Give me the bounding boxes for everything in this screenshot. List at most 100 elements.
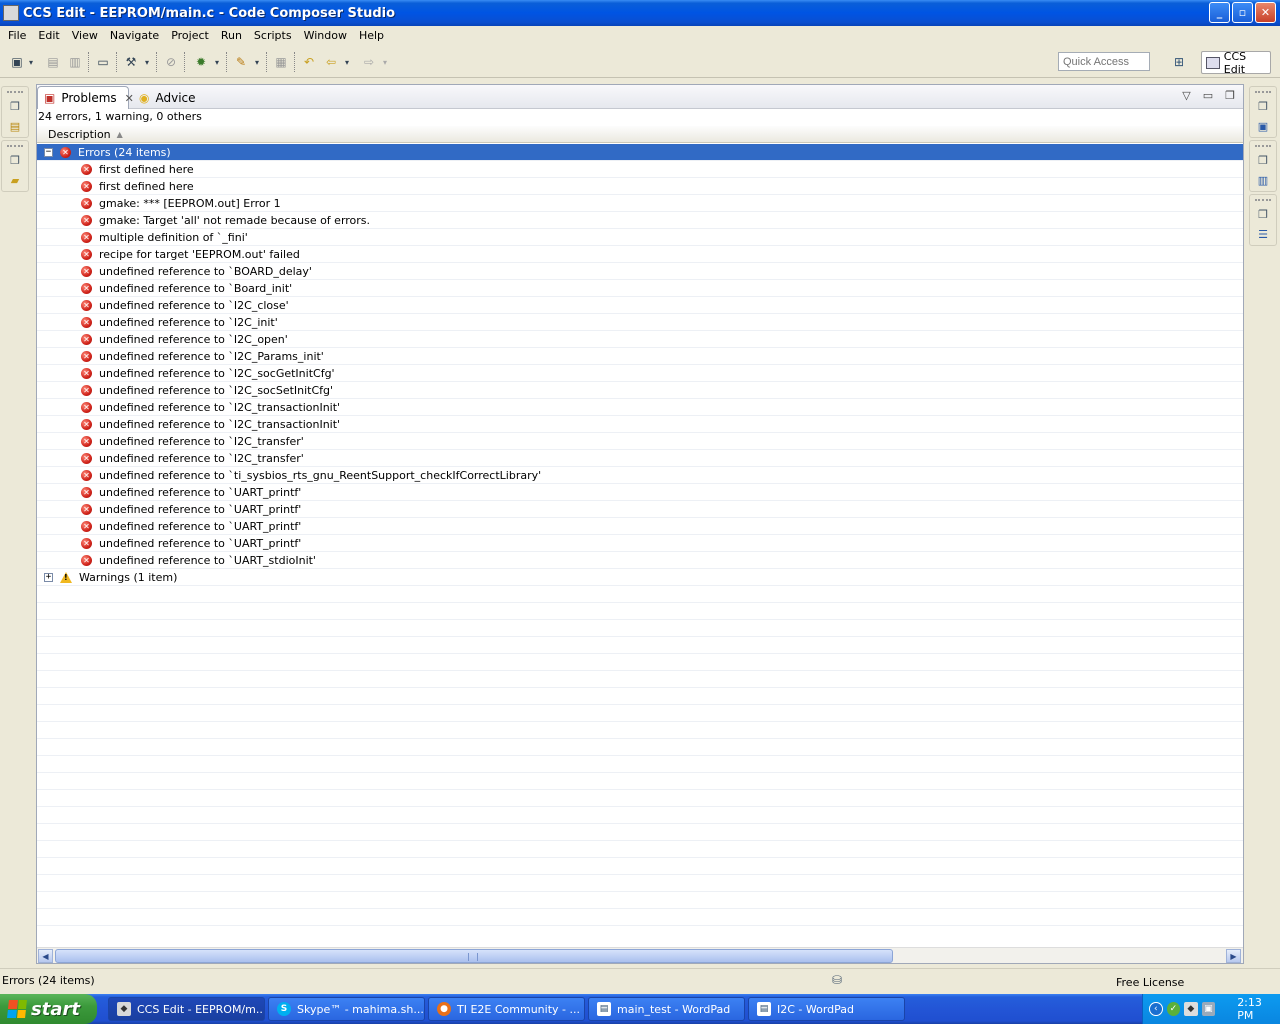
restore-icon[interactable]: ❐ — [7, 153, 23, 167]
menu-help[interactable]: Help — [353, 29, 390, 42]
tab-advice[interactable]: ◉ Advice — [133, 86, 213, 109]
horizontal-scrollbar[interactable]: ◀ ▶ — [37, 947, 1243, 963]
error-row[interactable]: ✕ undefined reference to `I2C_socGetInitC… — [37, 365, 1243, 382]
scroll-left-icon[interactable]: ◀ — [38, 949, 53, 963]
back-arrow-icon[interactable]: ⇦ — [322, 54, 340, 70]
error-row[interactable]: ✕ undefined reference to `UART_printf' — [37, 518, 1243, 535]
restore-icon[interactable]: ❐ — [1255, 153, 1271, 167]
skip-breakpoints-icon[interactable]: ⊘ — [162, 54, 180, 70]
error-row[interactable]: ✕ undefined reference to `ti_sysbios_rts_… — [37, 467, 1243, 484]
error-row[interactable]: ✕ undefined reference to `I2C_open' — [37, 331, 1243, 348]
errors-group-row[interactable]: − ✕ Errors (24 items) — [37, 144, 1243, 161]
expand-icon[interactable]: + — [44, 572, 53, 582]
debug-bug-icon[interactable]: ✹ — [192, 54, 210, 70]
warnings-group-row[interactable]: + Warnings (1 item) — [37, 569, 1243, 586]
taskbar-item-firefox[interactable]: ● TI E2E Community - ... — [428, 997, 585, 1021]
error-icon: ✕ — [81, 435, 92, 447]
ccs-app-icon[interactable] — [3, 5, 19, 21]
taskbar-item-ccs[interactable]: ◆ CCS Edit - EEPROM/m... — [108, 997, 265, 1021]
close-button[interactable]: ✕ — [1255, 2, 1276, 23]
error-row[interactable]: ✕ undefined reference to `UART_printf' — [37, 484, 1243, 501]
menu-project[interactable]: Project — [165, 29, 215, 42]
error-row[interactable]: ✕ undefined reference to `I2C_close' — [37, 297, 1243, 314]
taskbar-item-skype[interactable]: S Skype™ - mahima.sh... — [268, 997, 425, 1021]
error-row[interactable]: ✕ gmake: *** [EEPROM.out] Error 1 — [37, 195, 1243, 212]
error-row[interactable]: ✕ recipe for target 'EEPROM.out' failed — [37, 246, 1243, 263]
maximize-button[interactable]: ▫ — [1232, 2, 1253, 23]
collapse-icon[interactable]: − — [44, 147, 53, 157]
show-hidden-icons-icon[interactable]: ‹ — [1149, 1002, 1163, 1016]
error-row[interactable]: ✕ undefined reference to `BOARD_delay' — [37, 263, 1243, 280]
last-edit-icon[interactable]: ↶ — [300, 54, 318, 70]
ccs-edit-perspective-button[interactable]: CCS Edit — [1201, 50, 1271, 76]
error-row[interactable]: ✕ undefined reference to `I2C_Params_init… — [37, 348, 1243, 365]
restore-icon[interactable]: ❐ — [1255, 99, 1271, 113]
outline-panel-icon[interactable]: ▥ — [1255, 173, 1271, 187]
drag-handle[interactable] — [7, 145, 23, 147]
save-icon[interactable]: ▤ — [44, 54, 62, 70]
maximize-view-icon[interactable]: ❐ — [1225, 89, 1235, 102]
drag-handle[interactable] — [1255, 199, 1271, 201]
error-row[interactable]: ✕ undefined reference to `I2C_init' — [37, 314, 1243, 331]
error-row[interactable]: ✕ first defined here — [37, 178, 1243, 195]
error-row[interactable]: ✕ undefined reference to `I2C_transfer' — [37, 433, 1243, 450]
back-dropdown-icon[interactable]: ▾ — [342, 54, 352, 70]
view-menu-icon[interactable]: ▽ — [1182, 89, 1190, 102]
outline-tree-icon[interactable]: ☰ — [1255, 227, 1271, 241]
menu-window[interactable]: Window — [298, 29, 353, 42]
build-status-icon[interactable]: ⛁ — [832, 973, 848, 989]
error-row[interactable]: ✕ undefined reference to `I2C_socSetInitC… — [37, 382, 1243, 399]
security-shield-icon[interactable]: ✓ — [1166, 1002, 1181, 1016]
minimize-view-icon[interactable]: ▭ — [1203, 89, 1213, 102]
scrollbar-thumb[interactable] — [55, 949, 893, 963]
scroll-right-icon[interactable]: ▶ — [1226, 949, 1241, 963]
debug-dropdown-icon[interactable]: ▾ — [212, 54, 222, 70]
flash-dropdown-icon[interactable]: ▾ — [252, 54, 262, 70]
new-icon[interactable]: ▣ — [8, 54, 26, 70]
folder-icon[interactable]: ▰ — [7, 173, 23, 187]
console-icon[interactable]: ▣ — [1255, 119, 1271, 133]
error-row[interactable]: ✕ undefined reference to `I2C_transaction… — [37, 399, 1243, 416]
forward-dropdown-icon[interactable]: ▾ — [380, 54, 390, 70]
error-row[interactable]: ✕ undefined reference to `Board_init' — [37, 280, 1243, 297]
menu-navigate[interactable]: Navigate — [104, 29, 165, 42]
quick-access-input[interactable] — [1058, 52, 1150, 71]
build-dropdown-icon[interactable]: ▾ — [142, 54, 152, 70]
forward-arrow-icon[interactable]: ⇨ — [360, 54, 378, 70]
error-row[interactable]: ✕ undefined reference to `I2C_transaction… — [37, 416, 1243, 433]
toggle-block-icon[interactable]: ▦ — [272, 54, 290, 70]
error-row[interactable]: ✕ undefined reference to `UART_printf' — [37, 501, 1243, 518]
build-hammer-icon[interactable]: ⚒ — [122, 54, 140, 70]
restore-icon[interactable]: ❐ — [7, 99, 23, 113]
taskbar-item-wordpad-main-test[interactable]: ▤ main_test - WordPad — [588, 997, 745, 1021]
drag-handle[interactable] — [1255, 91, 1271, 93]
save-all-icon[interactable]: ▥ — [66, 54, 84, 70]
minimize-button[interactable]: _ — [1209, 2, 1230, 23]
project-explorer-icon[interactable]: ▤ — [7, 119, 23, 133]
menu-edit[interactable]: Edit — [32, 29, 65, 42]
menu-run[interactable]: Run — [215, 29, 248, 42]
menu-file[interactable]: File — [2, 29, 32, 42]
drag-handle[interactable] — [7, 91, 23, 93]
error-row[interactable]: ✕ gmake: Target 'all' not remade because … — [37, 212, 1243, 229]
restore-icon[interactable]: ❐ — [1255, 207, 1271, 221]
status-bar: Errors (24 items) ⛁ Free License — [0, 968, 1280, 994]
error-row[interactable]: ✕ multiple definition of `_fini' — [37, 229, 1243, 246]
menu-scripts[interactable]: Scripts — [248, 29, 298, 42]
network-icon[interactable]: ▣ — [1201, 1002, 1216, 1016]
start-button[interactable]: start — [0, 994, 97, 1024]
flash-icon[interactable]: ✎ — [232, 54, 250, 70]
drag-handle[interactable] — [1255, 145, 1271, 147]
taskbar-item-wordpad-i2c[interactable]: ▤ I2C - WordPad — [748, 997, 905, 1021]
error-row[interactable]: ✕ undefined reference to `UART_printf' — [37, 535, 1243, 552]
terminal-icon[interactable]: ▭ — [94, 54, 112, 70]
open-perspective-icon[interactable]: ⊞ — [1170, 53, 1188, 71]
new-dropdown-icon[interactable]: ▾ — [26, 54, 36, 70]
ccs-tray-icon[interactable]: ◆ — [1184, 1002, 1198, 1016]
error-row[interactable]: ✕ undefined reference to `I2C_transfer' — [37, 450, 1243, 467]
description-column-header[interactable]: Description ▲ — [37, 126, 1243, 143]
tab-problems[interactable]: ▣ Problems ✕ — [37, 86, 134, 109]
menu-view[interactable]: View — [66, 29, 104, 42]
error-row[interactable]: ✕ first defined here — [37, 161, 1243, 178]
error-row[interactable]: ✕ undefined reference to `UART_stdioInit' — [37, 552, 1243, 569]
